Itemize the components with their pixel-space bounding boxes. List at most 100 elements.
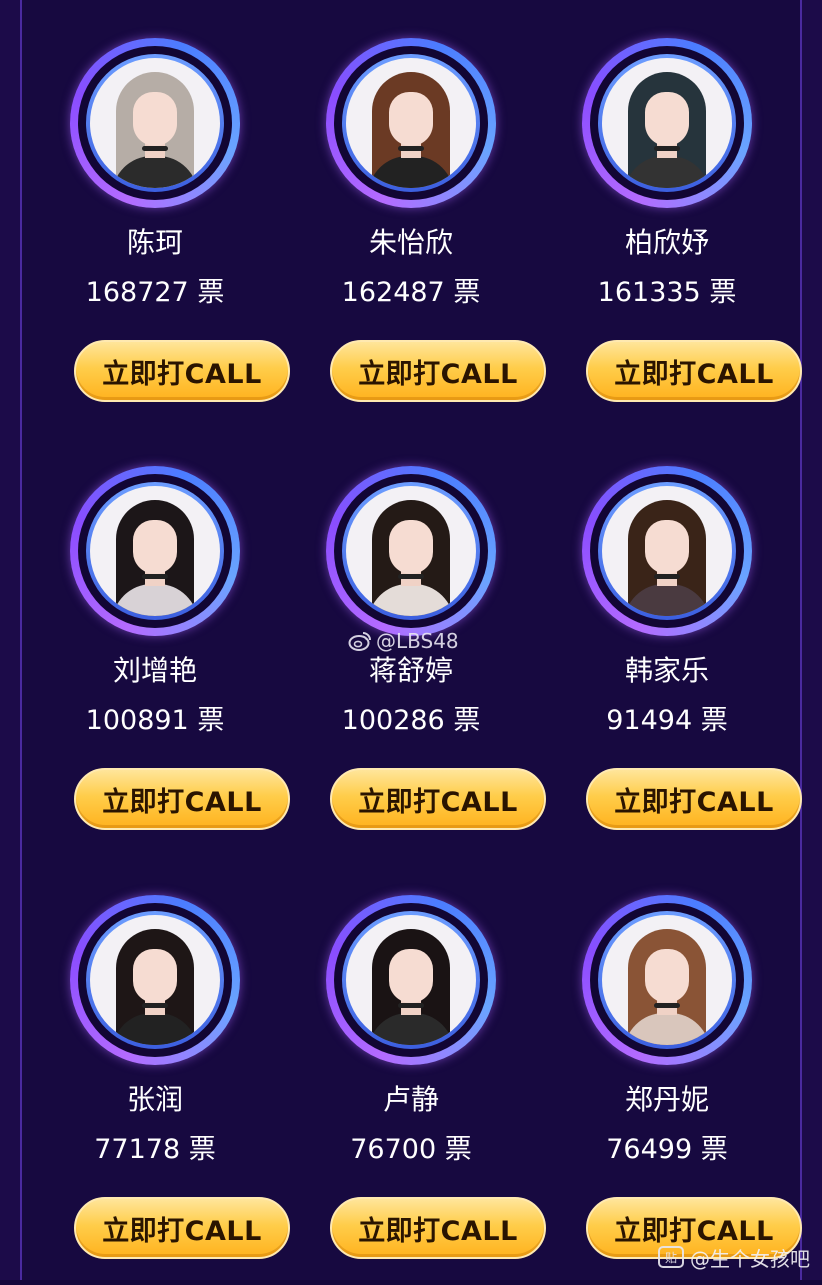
vote-unit-label: 票 (197, 705, 225, 736)
avatar-choker (142, 1003, 168, 1008)
avatar[interactable] (90, 486, 220, 616)
avatar[interactable] (602, 915, 732, 1045)
call-button[interactable]: 立即打CALL (330, 340, 546, 402)
vote-count: 168727 票 (27, 276, 283, 310)
vote-number: 77178 (94, 1134, 181, 1165)
avatar-face (645, 92, 689, 146)
avatar-ring (326, 466, 496, 636)
weibo-watermark: @LBS48 (348, 626, 459, 656)
vote-number: 168727 (85, 277, 189, 308)
avatar-border (86, 482, 224, 620)
avatar-choker (398, 146, 424, 151)
avatar-face (133, 949, 177, 1003)
avatar-face (645, 520, 689, 574)
avatar[interactable] (602, 486, 732, 616)
vote-count: 76499 票 (539, 1133, 795, 1167)
avatar-ring (70, 466, 240, 636)
vote-number: 162487 (341, 277, 445, 308)
vote-count: 100891 票 (27, 704, 283, 738)
vote-unit-label: 票 (700, 1134, 728, 1165)
call-button[interactable]: 立即打CALL (586, 768, 802, 830)
vote-count: 76700 票 (283, 1133, 539, 1167)
call-button[interactable]: 立即打CALL (330, 1197, 546, 1259)
vote-unit (436, 1134, 445, 1165)
call-button[interactable]: 立即打CALL (74, 768, 290, 830)
avatar-border (598, 54, 736, 192)
candidate-card: 朱怡欣 162487 票立即打CALL (283, 0, 546, 428)
avatar-face (133, 520, 177, 574)
vote-count: 77178 票 (27, 1133, 283, 1167)
call-button[interactable]: 立即打CALL (330, 768, 546, 830)
watermark-handle: @LBS48 (376, 629, 459, 653)
vote-number: 100891 (85, 705, 189, 736)
avatar[interactable] (90, 58, 220, 188)
candidate-name: 卢静 (382, 1083, 439, 1116)
avatar[interactable] (90, 915, 220, 1045)
avatar-face (645, 949, 689, 1003)
call-button[interactable]: 立即打CALL (74, 340, 290, 402)
avatar-choker (398, 574, 424, 579)
candidate-name: 柏欣妤 (624, 226, 709, 259)
avatar[interactable] (346, 58, 476, 188)
candidate-name: 韩家乐 (624, 654, 709, 687)
candidate-card: 韩家乐 91494 票立即打CALL (539, 428, 802, 856)
candidate-card: 陈珂 168727 票立即打CALL (27, 0, 290, 428)
vote-unit-label: 票 (700, 705, 728, 736)
right-border-line (800, 0, 802, 1280)
right-border (800, 0, 822, 1280)
candidate-card: 卢静 76700 票立即打CALL (283, 857, 546, 1285)
vote-unit-label: 票 (188, 1134, 216, 1165)
corner-watermark-text: @生个女孩吧 (690, 1246, 810, 1271)
candidate-name: 郑丹妮 (624, 1083, 709, 1116)
vote-unit-label: 票 (453, 277, 481, 308)
vote-count: 91494 票 (539, 704, 795, 738)
avatar-ring (70, 895, 240, 1065)
candidate-name: 朱怡欣 (368, 226, 453, 259)
vote-number: 76700 (350, 1134, 437, 1165)
candidate-card: 郑丹妮 76499 票立即打CALL (539, 857, 802, 1285)
avatar-choker (654, 1003, 680, 1008)
corner-watermark: 贴 @生个女孩吧 (658, 1242, 810, 1272)
avatar-ring (582, 895, 752, 1065)
call-button[interactable]: 立即打CALL (74, 1197, 290, 1259)
vote-count: 161335 票 (539, 276, 795, 310)
avatar-border (342, 54, 480, 192)
candidate-name: 蒋舒婷 (368, 654, 453, 687)
left-border (0, 0, 22, 1280)
avatar[interactable] (346, 486, 476, 616)
avatar[interactable] (602, 58, 732, 188)
avatar-choker (142, 146, 168, 151)
avatar-border (598, 482, 736, 620)
vote-unit (692, 705, 701, 736)
avatar-choker (142, 574, 168, 579)
avatar-face (389, 520, 433, 574)
vote-unit-label: 票 (453, 705, 481, 736)
candidate-card: 刘增艳 100891 票立即打CALL (27, 428, 290, 856)
avatar-border (598, 911, 736, 1049)
candidate-name: 陈珂 (126, 226, 183, 259)
avatar-ring (326, 895, 496, 1065)
vote-number: 100286 (341, 705, 445, 736)
avatar-ring (326, 38, 496, 208)
vote-unit-label: 票 (444, 1134, 472, 1165)
call-button[interactable]: 立即打CALL (586, 340, 802, 402)
candidate-card: 柏欣妤 161335 票立即打CALL (539, 0, 802, 428)
candidate-name: 刘增艳 (112, 654, 197, 687)
vote-unit-label: 票 (709, 277, 737, 308)
avatar-face (133, 92, 177, 146)
avatar-ring (582, 38, 752, 208)
candidate-card: 张润 77178 票立即打CALL (27, 857, 290, 1285)
vote-number: 161335 (597, 277, 701, 308)
avatar-border (86, 54, 224, 192)
avatar-choker (654, 574, 680, 579)
vote-count: 162487 票 (283, 276, 539, 310)
avatar-choker (398, 1003, 424, 1008)
weibo-icon (348, 630, 372, 652)
vote-count: 100286 票 (283, 704, 539, 738)
avatar-ring (70, 38, 240, 208)
avatar-border (86, 911, 224, 1049)
avatar[interactable] (346, 915, 476, 1045)
left-border-line (20, 0, 22, 1280)
avatar-ring (582, 466, 752, 636)
avatar-face (389, 92, 433, 146)
